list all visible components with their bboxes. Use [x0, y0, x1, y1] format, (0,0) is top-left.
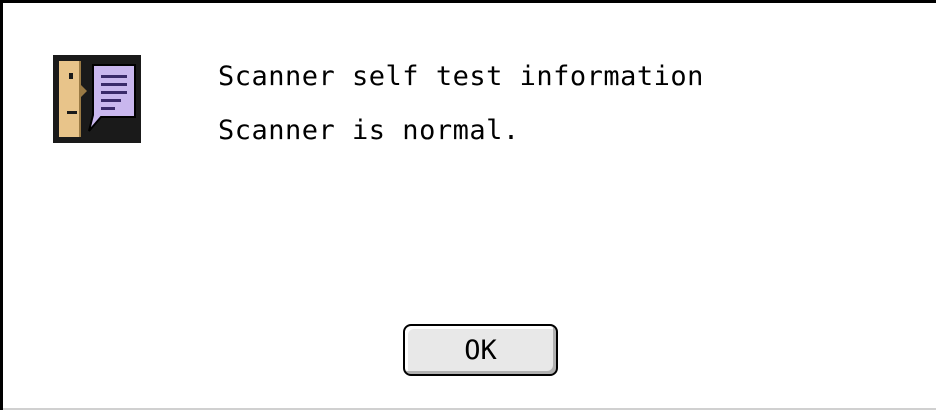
dialog-title: Scanner self test information [218, 61, 704, 92]
dialog-message: Scanner is normal. [218, 115, 520, 146]
alert-dialog: Scanner self test information Scanner is… [0, 0, 936, 410]
note-speech-icon [53, 55, 141, 143]
ok-button[interactable]: OK [403, 324, 558, 376]
